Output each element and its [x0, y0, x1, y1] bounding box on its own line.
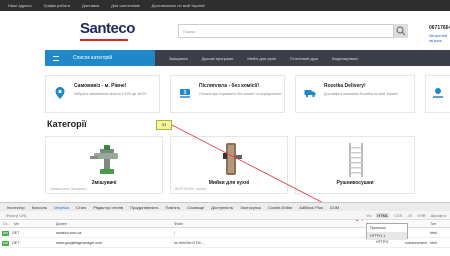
col-method[interactable]: Ме [14, 222, 19, 226]
protocol-value: HTTP/2 [376, 240, 389, 244]
filter-html[interactable]: HTML [376, 212, 390, 218]
tab-application[interactable]: Застосунок [240, 205, 261, 210]
tab-storage[interactable]: Сховище [187, 205, 204, 210]
row-type: html [430, 241, 437, 245]
tab-memory[interactable]: Пам'ять [166, 205, 181, 210]
status-badge: 200 [2, 231, 9, 236]
status-badge: 200 [2, 241, 9, 246]
row-file: ns.html?id=GTM-... [174, 241, 205, 245]
tab-console[interactable]: Консоль [32, 205, 47, 210]
col-status[interactable]: Ст... [3, 222, 10, 226]
type-filter-group: Усі HTML CSS JS XHR Шрифти [361, 212, 446, 218]
row-method: GET [12, 241, 20, 245]
row-type: html [430, 231, 437, 235]
tab-styles[interactable]: Стилі [76, 205, 86, 210]
tab-performance[interactable]: Продуктивність [130, 205, 159, 210]
devtools-tabbar: Інспектор Консоль Мережа Стилі Редактор … [0, 202, 450, 211]
col-file[interactable]: Файл [174, 222, 183, 226]
tab-accessibility[interactable]: Доступність [211, 205, 233, 210]
tab-adblock[interactable]: AdBlock Plus [299, 205, 323, 210]
tab-dom[interactable]: DOM [330, 205, 339, 210]
tab-inspector[interactable]: Інспектор [7, 205, 25, 210]
url-filter-input[interactable]: Фільтр URL [6, 213, 27, 218]
filter-css[interactable]: CSS [394, 213, 402, 218]
tab-network[interactable]: Мережа [54, 205, 69, 210]
row-method: GET [12, 231, 20, 235]
column-context-menu: Протокол HTTP/1.1 [366, 223, 408, 240]
row-file: / [174, 231, 175, 235]
tab-cookie-editor[interactable]: Cookie-Editor [268, 205, 292, 210]
row-initiator: subdocument [405, 241, 427, 245]
ctx-menu-http11[interactable]: HTTP/1.1 [367, 232, 407, 240]
filter-fonts[interactable]: Шрифти [431, 213, 446, 218]
filter-all[interactable]: Усі [366, 213, 371, 218]
row-domain: www.googletagmanager.com [56, 241, 103, 245]
col-domain[interactable]: Домен [56, 222, 67, 226]
network-toolbar: Фільтр URL Усі HTML CSS JS XHR Шрифти [0, 211, 450, 220]
filter-js[interactable]: JS [407, 213, 412, 218]
ctx-menu-protocol[interactable]: Протокол [367, 224, 407, 232]
col-type[interactable]: Тип [430, 222, 436, 226]
filter-xhr[interactable]: XHR [417, 213, 425, 218]
row-domain: santeco.com.ua [56, 231, 82, 235]
tab-style-editor[interactable]: Редактор стилів [93, 205, 123, 210]
